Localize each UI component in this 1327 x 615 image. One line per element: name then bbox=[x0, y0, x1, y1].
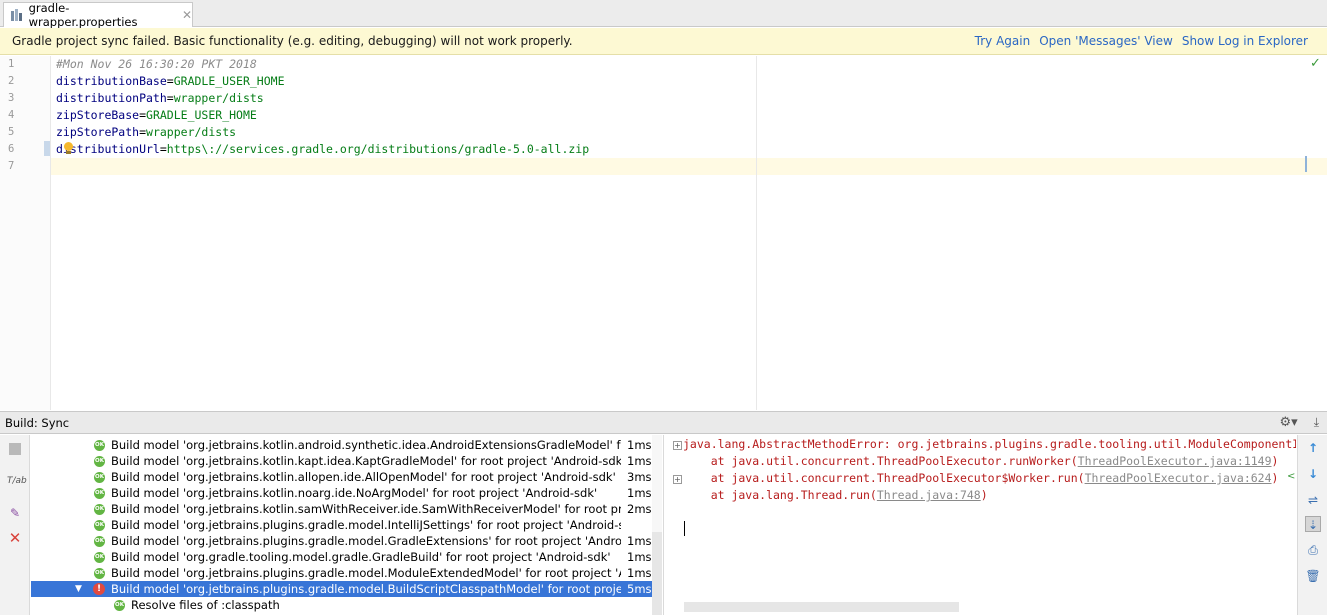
fold-arrow-icon[interactable]: < bbox=[1287, 471, 1295, 482]
line-number: 7 bbox=[8, 160, 15, 172]
code-line-3[interactable]: distributionPath=wrapper/dists bbox=[56, 91, 264, 105]
arrow-up-icon[interactable]: ↑ bbox=[1305, 440, 1321, 456]
close-icon[interactable]: ✕ bbox=[7, 530, 23, 546]
error-icon: ! bbox=[93, 583, 105, 595]
tree-row[interactable]: OK Build model 'org.jetbrains.kotlin.all… bbox=[31, 469, 652, 485]
tree-row-selected[interactable]: ▼ ! Build model 'org.jetbrains.plugins.g… bbox=[31, 581, 652, 597]
success-icon: OK bbox=[94, 535, 105, 547]
tree-row[interactable]: OK Resolve files of :classpath bbox=[31, 597, 652, 613]
text-cursor bbox=[684, 521, 685, 536]
tab-label: gradle-wrapper.properties bbox=[28, 1, 138, 29]
code-line-4[interactable]: zipStoreBase=GRADLE_USER_HOME bbox=[56, 108, 257, 122]
open-messages-view-link[interactable]: Open 'Messages' View bbox=[1039, 34, 1173, 48]
console-stack-line: at java.util.concurrent.ThreadPoolExecut… bbox=[683, 471, 1279, 485]
inspection-ok-icon[interactable]: ✓ bbox=[1310, 56, 1321, 71]
chevron-down-icon[interactable]: ▼ bbox=[75, 584, 82, 594]
success-icon: OK bbox=[94, 455, 105, 467]
line-number: 6 bbox=[8, 143, 15, 155]
code-line-6[interactable]: distributionUrl=https\://services.gradle… bbox=[56, 142, 589, 156]
tab-gradle-wrapper-properties[interactable]: gradle-wrapper.properties ✕ bbox=[3, 1, 193, 29]
tree-row[interactable]: OK Build model 'org.jetbrains.kotlin.and… bbox=[31, 437, 652, 453]
success-icon: OK bbox=[94, 487, 105, 499]
tree-row[interactable]: OK Build model 'org.jetbrains.plugins.gr… bbox=[31, 517, 652, 533]
line-number: 1 bbox=[8, 58, 15, 70]
line-number: 5 bbox=[8, 126, 15, 138]
current-line-highlight bbox=[51, 158, 1327, 175]
build-tool-window-header: Build: Sync ⚙▾ ⤓ bbox=[0, 411, 1327, 434]
console-stack-line: at java.util.concurrent.ThreadPoolExecut… bbox=[683, 454, 1279, 468]
editor-tab-bar: gradle-wrapper.properties ✕ bbox=[0, 0, 1327, 29]
arrow-down-icon[interactable]: ↓ bbox=[1305, 466, 1321, 482]
line-number: 4 bbox=[8, 109, 15, 121]
success-icon: OK bbox=[114, 599, 125, 611]
gear-icon[interactable]: ⚙▾ bbox=[1280, 415, 1298, 430]
pin-icon[interactable]: ✎ bbox=[7, 505, 23, 521]
tree-row[interactable]: OK Build model 'org.jetbrains.kotlin.kap… bbox=[31, 453, 652, 469]
sync-failed-banner: Gradle project sync failed. Basic functi… bbox=[0, 28, 1327, 55]
scrollbar-caret-marker bbox=[1305, 156, 1307, 172]
tree-row[interactable]: OK Build model 'org.jetbrains.kotlin.sam… bbox=[31, 501, 652, 517]
code-line-5[interactable]: zipStorePath=wrapper/dists bbox=[56, 125, 236, 139]
tree-row[interactable]: OK Build model 'org.jetbrains.plugins.gr… bbox=[31, 533, 652, 549]
line-number-gutter[interactable]: 1 2 3 4 5 6 7 bbox=[0, 56, 51, 410]
success-icon: OK bbox=[94, 471, 105, 483]
banner-message: Gradle project sync failed. Basic functi… bbox=[12, 34, 573, 48]
code-editor[interactable]: 1 2 3 4 5 6 7 #Mon Nov 26 16:30:20 PKT 2… bbox=[0, 56, 1327, 410]
source-link[interactable]: ThreadPoolExecutor.java:624 bbox=[1085, 471, 1272, 485]
build-tree[interactable]: OK Build model 'org.jetbrains.kotlin.and… bbox=[31, 435, 652, 615]
expand-icon[interactable]: + bbox=[673, 475, 682, 484]
code-line-2[interactable]: distributionBase=GRADLE_USER_HOME bbox=[56, 74, 285, 88]
right-margin-guide bbox=[756, 56, 757, 410]
success-icon: OK bbox=[94, 439, 105, 451]
show-log-in-explorer-link[interactable]: Show Log in Explorer bbox=[1182, 34, 1308, 48]
build-console-output[interactable]: + java.lang.AbstractMethodError: org.jet… bbox=[663, 435, 1296, 615]
soft-wrap-icon[interactable]: ⇌ bbox=[1305, 492, 1321, 508]
console-error-line: java.lang.AbstractMethodError: org.jetbr… bbox=[683, 437, 1296, 451]
success-icon: OK bbox=[94, 551, 105, 563]
properties-file-icon bbox=[10, 8, 24, 22]
console-stack-line: at java.lang.Thread.run(Thread.java:748) bbox=[683, 488, 988, 502]
trash-icon[interactable]: 🗑 bbox=[1305, 568, 1321, 584]
print-icon[interactable]: ⎙ bbox=[1305, 542, 1321, 558]
build-left-toolbar: T/ab ✎ ✕ bbox=[0, 435, 30, 615]
success-icon: OK bbox=[94, 519, 105, 531]
stop-icon[interactable] bbox=[7, 441, 23, 457]
source-link[interactable]: ThreadPoolExecutor.java:1149 bbox=[1078, 454, 1272, 468]
success-icon: OK bbox=[94, 567, 105, 579]
build-tool-window-title: Build: Sync bbox=[5, 415, 70, 430]
code-line-1[interactable]: #Mon Nov 26 16:30:20 PKT 2018 bbox=[56, 57, 257, 71]
scroll-to-end-icon[interactable]: ⇣ bbox=[1305, 516, 1321, 532]
expand-icon[interactable]: + bbox=[673, 441, 682, 450]
try-again-link[interactable]: Try Again bbox=[975, 34, 1031, 48]
gutter-change-marker[interactable] bbox=[44, 141, 50, 156]
tree-row[interactable]: OK Build model 'org.gradle.tooling.model… bbox=[31, 549, 652, 565]
tree-scrollbar-thumb[interactable] bbox=[652, 532, 662, 615]
tree-row[interactable]: OK Build model 'org.jetbrains.kotlin.noa… bbox=[31, 485, 652, 501]
hide-panel-icon[interactable]: ⤓ bbox=[1314, 415, 1319, 430]
close-icon[interactable]: ✕ bbox=[182, 8, 192, 22]
tree-row[interactable]: OK Build model 'org.jetbrains.plugins.gr… bbox=[31, 565, 652, 581]
console-horizontal-scrollbar[interactable] bbox=[684, 602, 959, 612]
success-icon: OK bbox=[94, 503, 105, 515]
source-link[interactable]: Thread.java:748 bbox=[877, 488, 981, 502]
console-right-toolbar: ↑ ↓ ⇌ ⇣ ⎙ 🗑 bbox=[1297, 435, 1327, 615]
line-number: 3 bbox=[8, 92, 15, 104]
line-number: 2 bbox=[8, 75, 15, 87]
lightbulb-icon[interactable] bbox=[63, 142, 74, 155]
toggle-view-icon[interactable]: T/ab bbox=[7, 473, 27, 489]
